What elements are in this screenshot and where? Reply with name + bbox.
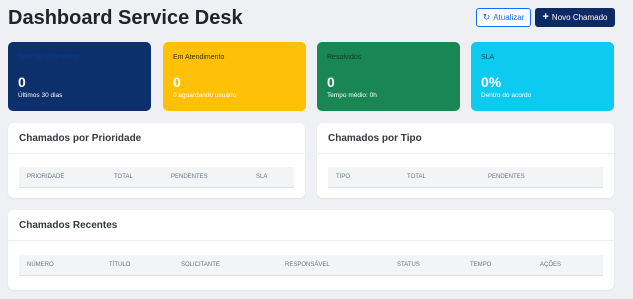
card-subtext: Tempo médio: 0h bbox=[327, 92, 377, 99]
card-subtext: Últimos 30 dias bbox=[18, 92, 63, 99]
card-value: 0 bbox=[173, 74, 181, 90]
priority-table-header: PRIORIDADE TOTAL PENDENTES SLA bbox=[19, 167, 294, 188]
summary-cards: Total de Chamados 0 Últimos 30 dias Em A… bbox=[8, 42, 614, 111]
type-panel: Chamados por Tipo TIPO TOTAL PENDENTES bbox=[317, 123, 614, 198]
card-label: Resolvidos bbox=[327, 54, 362, 61]
new-ticket-button[interactable]: + Novo Chamado bbox=[535, 8, 615, 27]
card-label: Em Atendimento bbox=[173, 54, 225, 61]
page-header: Dashboard Service Desk ↻ Atualizar + Nov… bbox=[8, 6, 618, 32]
card-subtext: Dentro do acordo bbox=[481, 92, 532, 99]
plus-icon: + bbox=[542, 11, 549, 23]
column-header: AÇÕES bbox=[540, 262, 562, 268]
recent-tickets-panel: Chamados Recentes NÚMERO TÍTULO SOLICITA… bbox=[8, 210, 614, 290]
type-table-header: TIPO TOTAL PENDENTES bbox=[328, 167, 603, 188]
column-header: PENDENTES bbox=[488, 174, 525, 180]
column-header: TEMPO bbox=[470, 262, 492, 268]
priority-panel: Chamados por Prioridade PRIORIDADE TOTAL… bbox=[8, 123, 305, 198]
column-header: TOTAL bbox=[407, 174, 426, 180]
column-header: SLA bbox=[256, 174, 268, 180]
card-label: SLA bbox=[481, 54, 495, 61]
panel-title: Chamados por Tipo bbox=[328, 133, 422, 144]
refresh-button[interactable]: ↻ Atualizar bbox=[476, 8, 531, 27]
card-resolved: Resolvidos 0 Tempo médio: 0h bbox=[317, 42, 460, 111]
card-total-tickets: Total de Chamados 0 Últimos 30 dias bbox=[8, 42, 151, 111]
refresh-icon: ↻ bbox=[482, 12, 491, 22]
column-header: SOLICITANTE bbox=[181, 262, 220, 268]
recent-table-header: NÚMERO TÍTULO SOLICITANTE RESPONSÁVEL ST… bbox=[19, 255, 603, 276]
card-sla: SLA 0% Dentro do acordo bbox=[471, 42, 614, 111]
refresh-button-label: Atualizar bbox=[493, 13, 525, 22]
column-header: NÚMERO bbox=[27, 262, 54, 268]
divider bbox=[8, 153, 305, 154]
divider bbox=[8, 240, 614, 241]
new-ticket-button-label: Novo Chamado bbox=[551, 13, 608, 22]
card-in-progress: Em Atendimento 0 0 aguardando usuário bbox=[163, 42, 306, 111]
card-label: Total de Chamados bbox=[18, 54, 79, 61]
divider bbox=[317, 153, 614, 154]
card-subtext: 0 aguardando usuário bbox=[173, 92, 237, 99]
card-value: 0 bbox=[327, 74, 335, 90]
column-header: TOTAL bbox=[114, 174, 133, 180]
column-header: STATUS bbox=[397, 262, 420, 268]
column-header: TÍTULO bbox=[109, 262, 131, 268]
panel-title: Chamados por Prioridade bbox=[19, 133, 142, 144]
page-title: Dashboard Service Desk bbox=[8, 7, 243, 29]
panel-title: Chamados Recentes bbox=[19, 220, 118, 231]
column-header: TIPO bbox=[336, 174, 351, 180]
column-header: RESPONSÁVEL bbox=[285, 262, 330, 268]
card-value: 0% bbox=[481, 74, 502, 90]
column-header: PENDENTES bbox=[171, 174, 208, 180]
column-header: PRIORIDADE bbox=[27, 174, 65, 180]
card-value: 0 bbox=[18, 74, 26, 90]
